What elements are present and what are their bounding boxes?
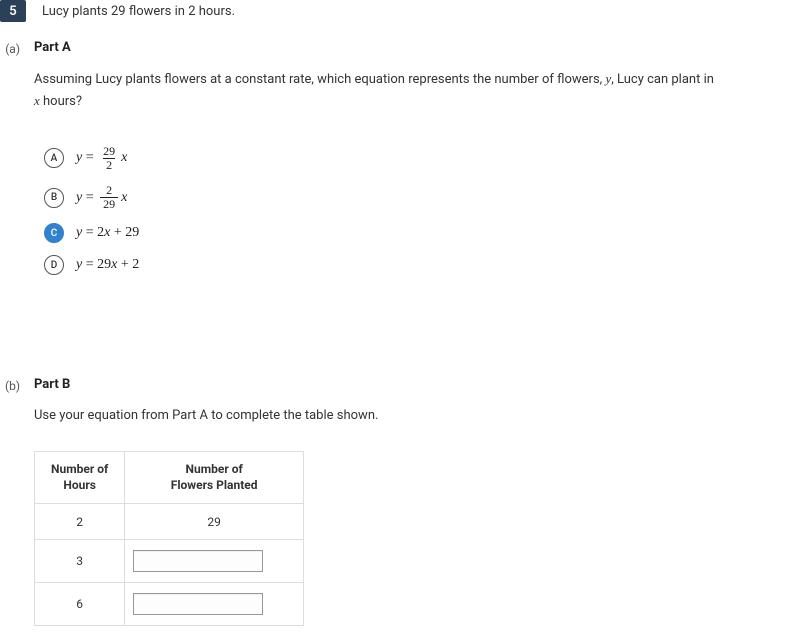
option-letter-c: C	[44, 223, 64, 243]
part-b-title: Part B	[34, 377, 800, 392]
part-b-label: (b)	[0, 379, 20, 626]
option-c-equation: y = 2x + 29	[76, 225, 139, 241]
table-header-hours: Number of Hours	[35, 452, 125, 504]
option-b-equation: y = 229 x	[76, 184, 127, 211]
flowers-cell: 29	[125, 504, 304, 540]
table-header-flowers: Number of Flowers Planted	[125, 452, 304, 504]
option-letter-d: D	[44, 255, 64, 275]
question-number-badge: 5	[0, 0, 26, 22]
hours-cell: 3	[35, 540, 125, 583]
table-row: 3	[35, 540, 304, 583]
option-b[interactable]: B y = 229 x	[44, 184, 800, 211]
answer-table: Number of Hours Number of Flowers Plante…	[34, 451, 800, 626]
question-header: 5 Lucy plants 29 flowers in 2 hours.	[0, 0, 800, 22]
option-a[interactable]: A y = 292 x	[44, 145, 800, 172]
table-row: 6	[35, 583, 304, 626]
option-a-equation: y = 292 x	[76, 145, 127, 172]
part-b-block: (b) Part B Use your equation from Part A…	[0, 377, 800, 626]
answer-options: A y = 292 x B y = 229 x C y = 2x + 29	[44, 145, 800, 276]
table-row: 2 29	[35, 504, 304, 540]
part-a-title: Part A	[34, 40, 800, 55]
hours-cell: 6	[35, 583, 125, 626]
part-a-block: (a) Part A Assuming Lucy plants flowers …	[0, 40, 800, 367]
flowers-input-row2[interactable]	[133, 550, 263, 572]
part-a-description: Assuming Lucy plants flowers at a consta…	[34, 69, 714, 113]
option-d[interactable]: D y = 29x + 2	[44, 255, 800, 275]
option-letter-b: B	[44, 188, 64, 208]
part-b-description: Use your equation from Part A to complet…	[34, 406, 714, 427]
part-a-label: (a)	[0, 42, 20, 367]
flowers-cell-input	[125, 540, 304, 583]
flowers-cell-input	[125, 583, 304, 626]
option-d-equation: y = 29x + 2	[76, 257, 139, 273]
hours-cell: 2	[35, 504, 125, 540]
question-text: Lucy plants 29 flowers in 2 hours.	[42, 4, 235, 19]
flowers-input-row3[interactable]	[133, 593, 263, 615]
option-c[interactable]: C y = 2x + 29	[44, 223, 800, 243]
option-letter-a: A	[44, 148, 64, 168]
